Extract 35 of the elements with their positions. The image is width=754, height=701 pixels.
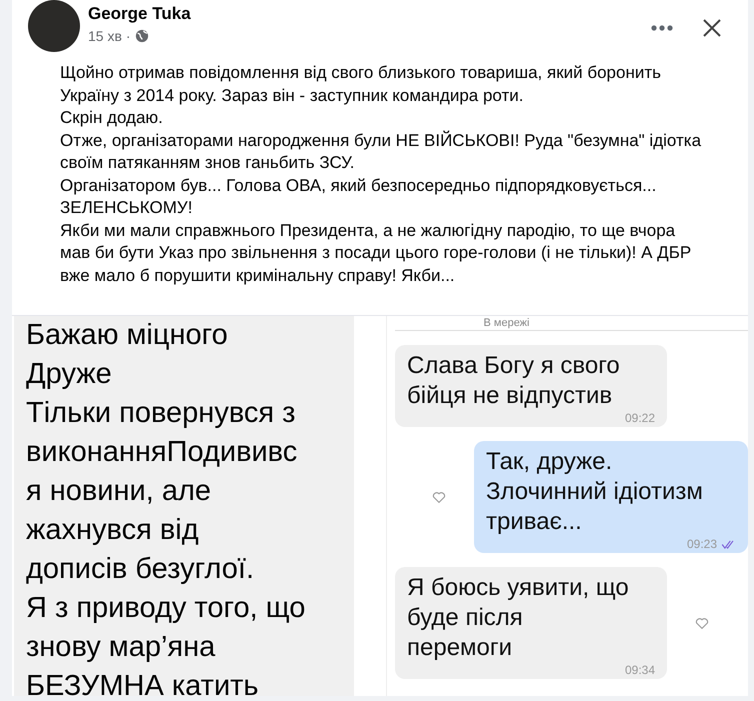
online-status: В мережі xyxy=(395,316,748,331)
message-time: 09:23 xyxy=(686,537,717,551)
post-paragraph: Якби ми мали справжнього Президента, а не жалюгідну пародію, то ще вчора мав би бути Указ про звільнення з посади цього горе-голови (і не тільки)! А ДБР вже мало б порушити кримінальну справу! Якби... xyxy=(60,220,692,286)
author-name[interactable]: George Tuka xyxy=(88,4,650,24)
message-line: буде після xyxy=(407,603,524,633)
post-time[interactable]: 15 хв xyxy=(88,28,122,44)
note-line: БЕЗУМНА катить xyxy=(26,669,260,696)
note-line: Тільки повернувся з xyxy=(26,396,296,431)
avatar[interactable] xyxy=(28,0,80,52)
message-line: бійця не відпустив xyxy=(407,381,614,411)
message-time: 09:22 xyxy=(624,411,655,425)
note-line: дописів безуглої. xyxy=(26,552,256,587)
close-icon[interactable] xyxy=(702,18,722,38)
note-line: я новини, але xyxy=(26,474,212,509)
message-line: Злочинний ідіотизм xyxy=(486,477,704,507)
post-paragraph: Щойно отримав повідомлення від свого близького товариша, який боронить Україну з 2014 року. Зараз він - заступник командира роти. xyxy=(60,62,662,106)
message-line: Так, друже. xyxy=(486,447,614,477)
more-icon[interactable] xyxy=(650,24,674,32)
message-line: триває... xyxy=(486,507,583,537)
message-line: Слава Богу я свого xyxy=(407,351,621,381)
separator: · xyxy=(126,28,131,44)
double-check-icon xyxy=(721,540,736,548)
post-paragraph: Скрін додаю. xyxy=(60,107,164,129)
note-line: виконанняПодививс xyxy=(26,435,298,470)
message-line: перемоги xyxy=(407,633,514,663)
globe-icon xyxy=(134,29,149,43)
note-line: Бажаю міцного xyxy=(26,318,229,353)
note-line: Друже xyxy=(26,357,113,392)
note-line: жахнувся від xyxy=(26,513,200,548)
message-time: 09:34 xyxy=(624,663,655,677)
message-line: Я боюсь уявити, що xyxy=(407,573,630,603)
post-paragraph: Отже, організаторами нагородження були НЕ ВІЙСЬКОВІ! Руда "безумна" ідіотка своїм патяканням знов ганьбить ЗСУ. xyxy=(60,130,702,174)
note-line: знову мар’яна xyxy=(26,630,216,665)
post-paragraph: Організатором був... Голова ОВА, який безпосередньо підпорядковується... ЗЕЛЕНСЬКОМУ! xyxy=(60,174,658,219)
note-line: Я з приводу того, що xyxy=(26,591,306,626)
